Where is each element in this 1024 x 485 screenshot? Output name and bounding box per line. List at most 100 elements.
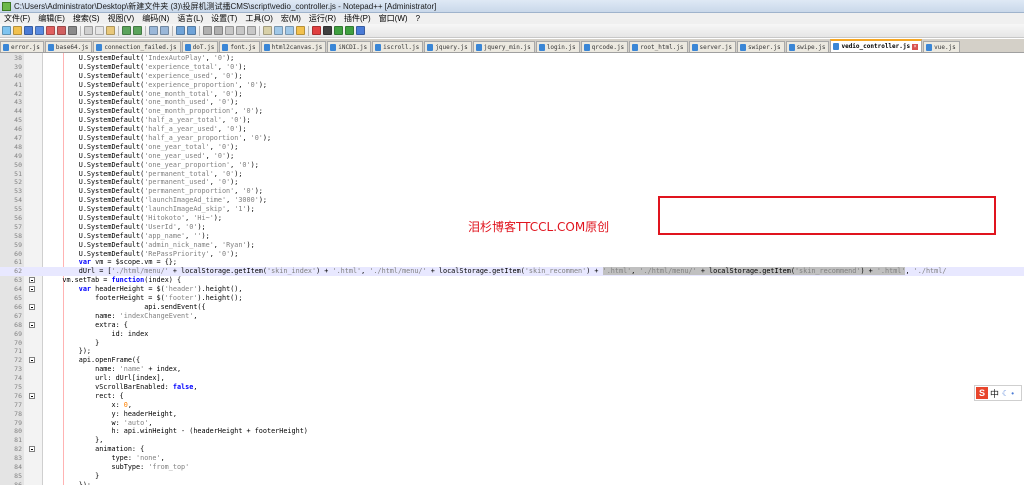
code-line[interactable]: 77 x: 0, [0, 401, 1024, 410]
code-text[interactable]: var headerHeight = $('header').height(), [46, 285, 243, 294]
code-text[interactable]: }); [46, 481, 91, 485]
code-text[interactable]: U.SystemDefault('permanent_total', '0'); [46, 170, 243, 179]
code-line[interactable]: 86 }); [0, 481, 1024, 485]
fold-toggle-icon[interactable] [29, 277, 35, 284]
code-text[interactable]: api.sendEvent({ [46, 303, 205, 312]
code-text[interactable]: vm.setTab = function(index) { [46, 276, 181, 285]
code-line[interactable]: 61 var vm = $scope.vm = {}; [0, 258, 1024, 267]
fold-toggle-icon[interactable] [29, 446, 35, 453]
code-line[interactable]: 68 extra: { [0, 321, 1024, 330]
menu-item-9[interactable]: 运行(R) [305, 13, 340, 24]
code-line[interactable]: 69 id: index [0, 330, 1024, 339]
code-line[interactable]: 45 U.SystemDefault('half_a_year_total', … [0, 116, 1024, 125]
code-line[interactable]: 42 U.SystemDefault('one_month_total', '0… [0, 90, 1024, 99]
code-text[interactable]: id: index [46, 330, 148, 339]
code-text[interactable]: U.SystemDefault('Hitokoto', 'Hi~'); [46, 214, 222, 223]
code-text[interactable]: U.SystemDefault('app_name', ''); [46, 232, 210, 241]
code-line[interactable]: 79 w: 'auto', [0, 419, 1024, 428]
code-line[interactable]: 74 url: dUrl[index], [0, 374, 1024, 383]
code-line[interactable]: 71 }); [0, 347, 1024, 356]
run-macro-multiple-icon[interactable] [345, 26, 354, 35]
file-tab[interactable]: qrcode.js [580, 41, 629, 52]
function-list-icon[interactable] [285, 26, 294, 35]
undo-icon[interactable] [122, 26, 131, 35]
menu-item-4[interactable]: 编码(N) [138, 13, 173, 24]
file-tab[interactable]: connection_failed.js [93, 41, 181, 52]
code-text[interactable]: U.SystemDefault('UserId', '0'); [46, 223, 206, 232]
file-tab[interactable]: base64.js [44, 41, 93, 52]
code-editor[interactable]: 38 U.SystemDefault('IndexAutoPlay', '0')… [0, 53, 1024, 485]
print-icon[interactable] [68, 26, 77, 35]
redo-icon[interactable] [133, 26, 142, 35]
fold-toggle-icon[interactable] [29, 286, 35, 293]
code-line[interactable]: 65 footerHeight = $('footer').height(); [0, 294, 1024, 303]
code-line[interactable]: 72 api.openFrame({ [0, 356, 1024, 365]
punctuation-icon[interactable]: • [1011, 389, 1014, 398]
code-line[interactable]: 59 U.SystemDefault('admin_nick_name', 'R… [0, 241, 1024, 250]
code-text[interactable]: U.SystemDefault('one_month_proportion', … [46, 107, 263, 116]
file-tab[interactable]: login.js [535, 41, 580, 52]
code-line[interactable]: 51 U.SystemDefault('permanent_total', '0… [0, 170, 1024, 179]
file-tab[interactable]: vedio_controller.js × [830, 39, 923, 52]
code-line[interactable]: 78 y: headerHeight, [0, 410, 1024, 419]
code-text[interactable]: type: 'none', [46, 454, 164, 463]
ime-mode-chinese[interactable]: 中 [990, 387, 999, 400]
code-text[interactable]: U.SystemDefault('launchImageAd_time', '3… [46, 196, 267, 205]
code-line[interactable]: 60 U.SystemDefault('RePassPriority', '0'… [0, 250, 1024, 259]
code-text[interactable]: api.openFrame({ [46, 356, 140, 365]
file-tab[interactable]: swiper.js [737, 41, 785, 52]
file-tab[interactable]: jquery_min.js [472, 41, 535, 52]
zoom-out-icon[interactable] [187, 26, 196, 35]
code-text[interactable]: name: 'name' + index, [46, 365, 181, 374]
menu-item-12[interactable]: ? [412, 14, 424, 23]
code-line[interactable]: 49 U.SystemDefault('one_year_used', '0')… [0, 152, 1024, 161]
code-text[interactable]: U.SystemDefault('half_a_year_total', '0'… [46, 116, 251, 125]
play-macro-icon[interactable] [334, 26, 343, 35]
code-text[interactable]: url: dUrl[index], [46, 374, 165, 383]
code-text[interactable]: animation: { [46, 445, 144, 454]
menu-item-10[interactable]: 插件(P) [340, 13, 375, 24]
code-line[interactable]: 80 h: api.winHeight - (headerHeight + fo… [0, 427, 1024, 436]
stop-macro-icon[interactable] [323, 26, 332, 35]
code-text[interactable]: subType: 'from_top' [46, 463, 189, 472]
menu-item-5[interactable]: 语言(L) [173, 13, 207, 24]
moon-icon[interactable]: ☾ [1002, 389, 1009, 398]
code-line[interactable]: 47 U.SystemDefault('half_a_year_proporti… [0, 134, 1024, 143]
file-tab[interactable]: iNCDI.js [327, 41, 372, 52]
ime-toolbar[interactable]: S 中 ☾ • [974, 385, 1022, 401]
file-tab[interactable]: jquery.js [424, 41, 472, 52]
indent-guide-icon[interactable] [247, 26, 256, 35]
code-line[interactable]: 64 var headerHeight = $('header').height… [0, 285, 1024, 294]
fold-toggle-icon[interactable] [29, 392, 35, 399]
menu-item-0[interactable]: 文件(F) [0, 13, 34, 24]
file-tab[interactable]: error.js [0, 41, 44, 52]
menu-item-3[interactable]: 视图(V) [104, 13, 139, 24]
file-tab[interactable]: font.js [219, 41, 260, 52]
zoom-in-icon[interactable] [176, 26, 185, 35]
menu-item-7[interactable]: 工具(O) [241, 13, 277, 24]
folder-as-workspace-icon[interactable] [296, 26, 305, 35]
code-text[interactable]: name: 'indexChangeEvent', [46, 312, 197, 321]
record-macro-icon[interactable] [312, 26, 321, 35]
code-line[interactable]: 73 name: 'name' + index, [0, 365, 1024, 374]
current-code-line[interactable]: 62 dUrl = ['./html/menu/' + localStorage… [0, 267, 1024, 277]
paste-icon[interactable] [106, 26, 115, 35]
code-line[interactable]: 53 U.SystemDefault('permanent_proportion… [0, 187, 1024, 196]
code-text[interactable]: rect: { [46, 392, 124, 401]
code-text[interactable]: } [46, 339, 99, 348]
code-text[interactable]: }, [46, 436, 103, 445]
new-file-icon[interactable] [2, 26, 11, 35]
menu-item-11[interactable]: 窗口(W) [375, 13, 412, 24]
code-text[interactable]: U.SystemDefault('one_month_total', '0'); [46, 90, 243, 99]
save-macro-icon[interactable] [356, 26, 365, 35]
open-folder-icon[interactable] [13, 26, 22, 35]
file-tab[interactable]: server.js [688, 41, 737, 52]
code-line[interactable]: 52 U.SystemDefault('permanent_used', '0'… [0, 178, 1024, 187]
code-text[interactable]: U.SystemDefault('permanent_used', '0'); [46, 178, 239, 187]
copy-icon[interactable] [95, 26, 104, 35]
code-text[interactable]: } [46, 472, 99, 481]
code-line[interactable]: 43 U.SystemDefault('one_month_used', '0'… [0, 98, 1024, 107]
find-icon[interactable] [149, 26, 158, 35]
file-tab[interactable]: swipe.js [785, 41, 830, 52]
sync-scroll-horizontal-icon[interactable] [214, 26, 223, 35]
